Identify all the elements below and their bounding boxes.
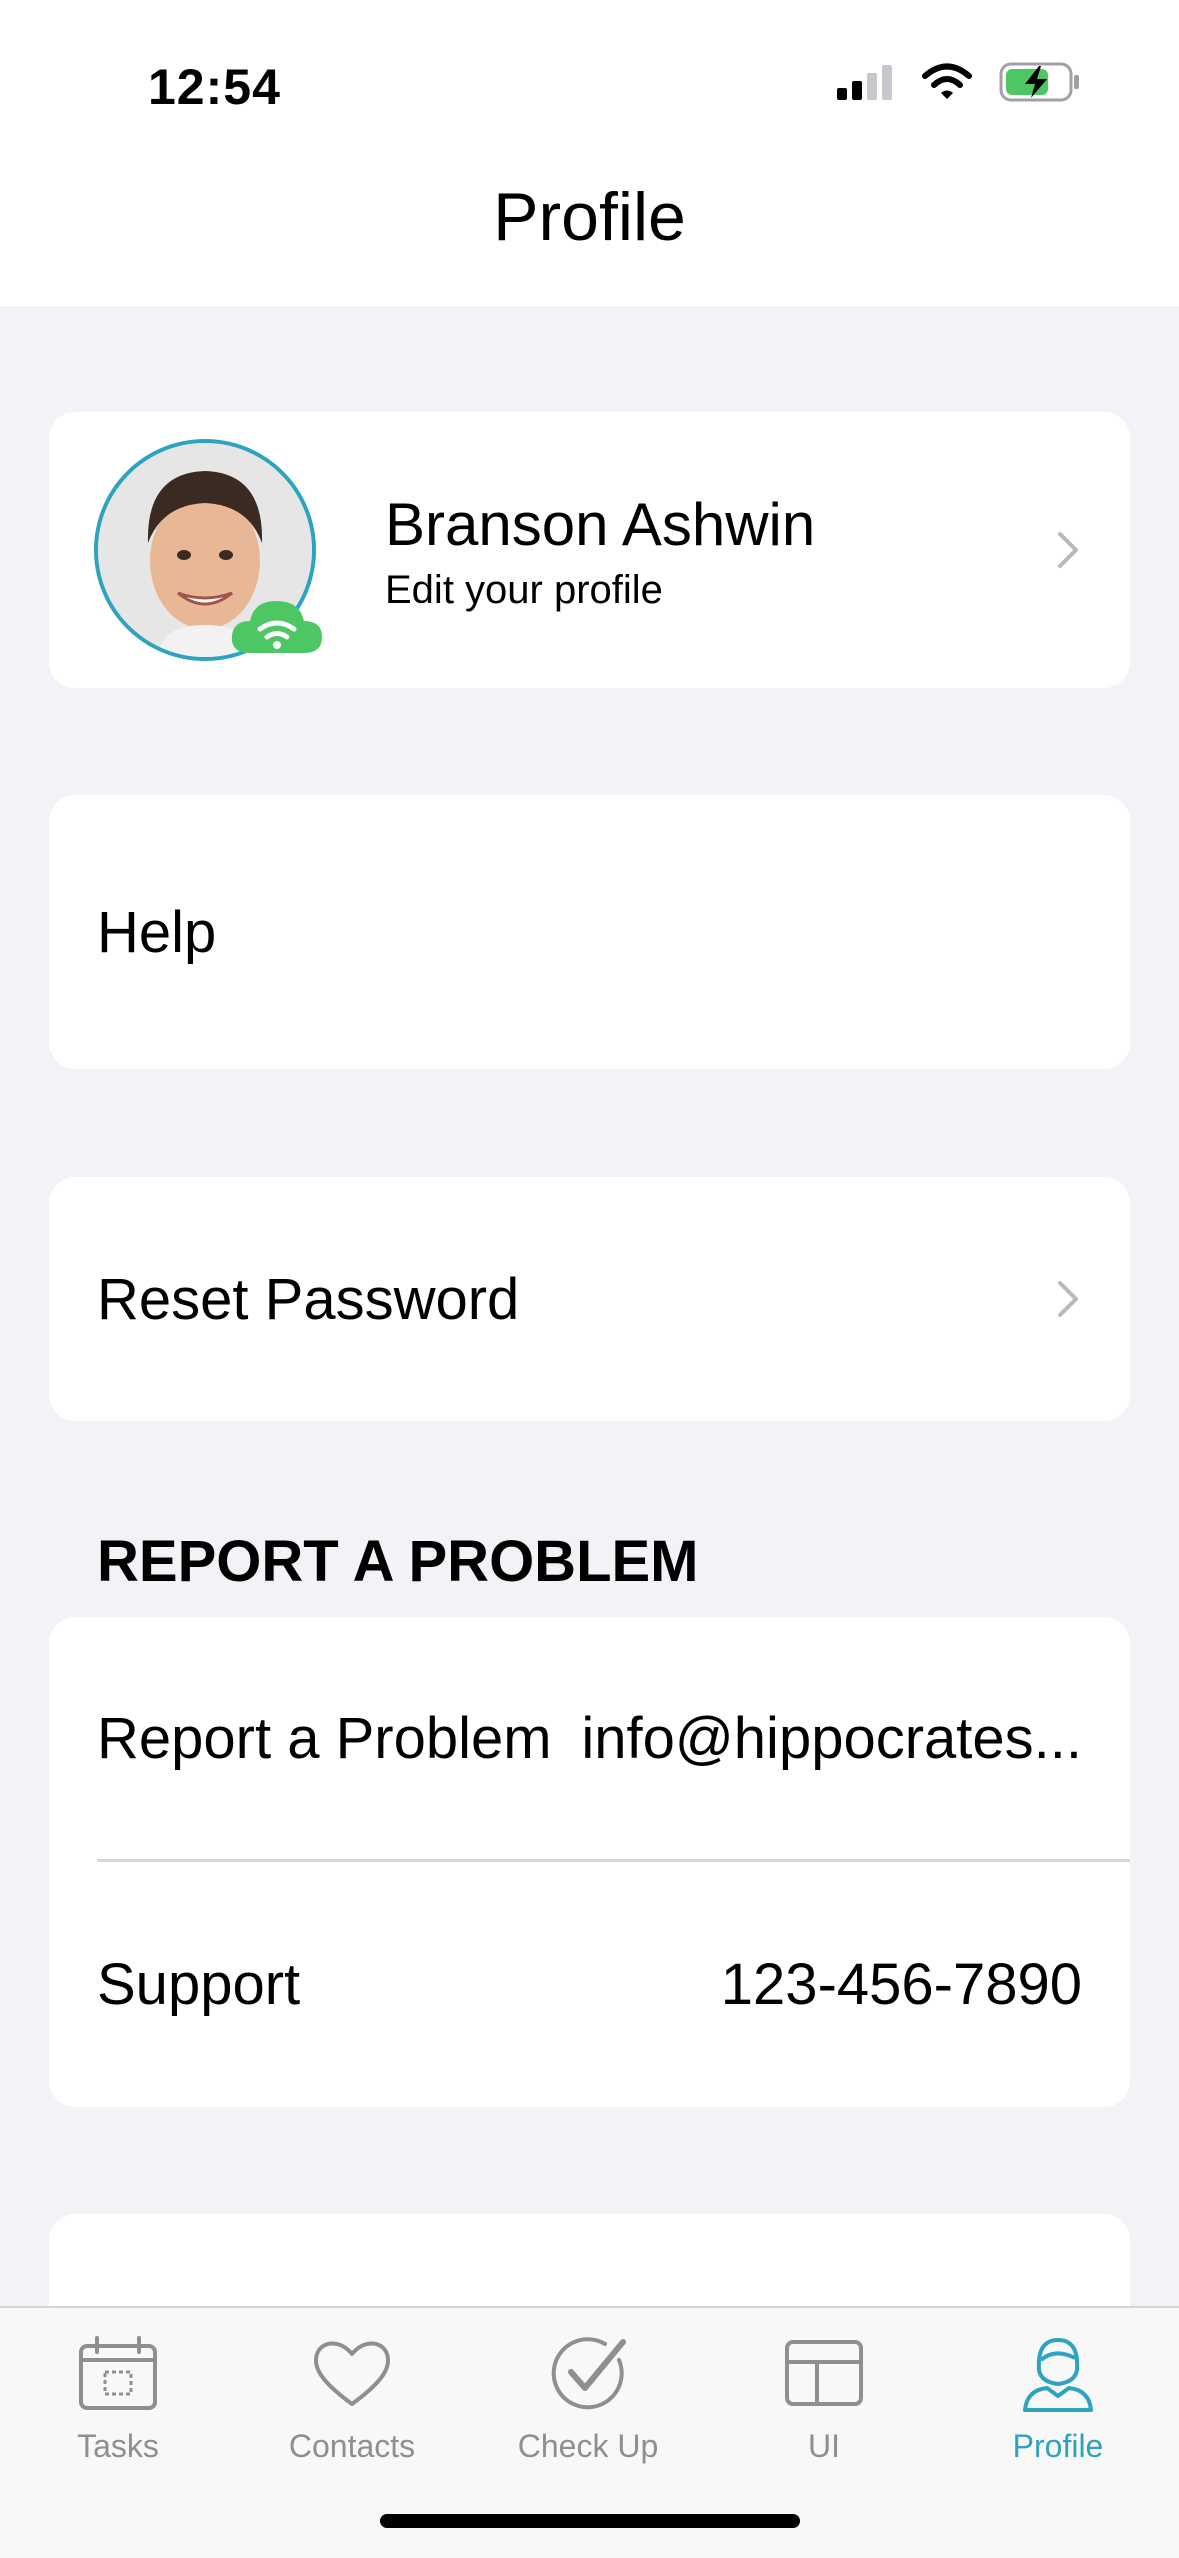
profile-name: Branson Ashwin <box>385 491 816 558</box>
help-card[interactable]: Help <box>49 795 1130 1069</box>
tab-contacts-label: Contacts <box>288 2428 416 2464</box>
top-header: 12:54 Profile <box>0 0 1179 306</box>
page-title: Profile <box>493 179 686 255</box>
reset-password-label: Reset Password <box>97 1266 520 1332</box>
profile-subtitle: Edit your profile <box>385 568 663 612</box>
battery-charging-icon <box>999 62 1079 102</box>
tab-ui-label: UI <box>808 2428 840 2464</box>
person-icon <box>1023 2337 1093 2412</box>
chevron-right-icon <box>1058 532 1078 568</box>
wifi-icon <box>922 63 972 99</box>
tab-tasks-label: Tasks <box>77 2428 159 2464</box>
calendar-icon <box>79 2336 157 2410</box>
profile-card[interactable]: Branson Ashwin Edit your profile <box>49 412 1130 688</box>
tab-tasks[interactable]: Tasks <box>18 2330 218 2465</box>
support-label: Support <box>97 1952 301 2017</box>
section-title-report: REPORT A PROBLEM <box>97 1529 699 1594</box>
tab-profile-label: Profile <box>1012 2428 1104 2464</box>
checkmark-icon <box>551 2337 626 2410</box>
status-time: 12:54 <box>148 59 281 115</box>
heart-icon <box>314 2341 390 2406</box>
tab-profile[interactable]: Profile <box>958 2330 1158 2465</box>
cellular-signal-icon <box>837 65 892 100</box>
tab-contacts[interactable]: Contacts <box>252 2330 452 2465</box>
report-problem-email[interactable]: info@hippocrates... <box>581 1705 1082 1772</box>
help-label: Help <box>97 899 217 965</box>
home-indicator <box>380 2514 800 2528</box>
tab-ui[interactable]: UI <box>724 2330 924 2465</box>
tab-checkup-label: Check Up <box>517 2428 659 2464</box>
report-problem-row[interactable]: Report a Problem info@hippocrates... <box>97 1617 1082 1859</box>
support-phone[interactable]: 123-456-7890 <box>721 1951 1082 2018</box>
help-row[interactable]: Help <box>97 795 1082 1069</box>
report-problem-label: Report a Problem <box>97 1705 552 1771</box>
avatar-wrap <box>94 439 322 661</box>
layout-icon <box>785 2340 863 2406</box>
support-row[interactable]: Support 123-456-7890 <box>97 1862 1082 2107</box>
report-card: Report a Problem info@hippocrates... Sup… <box>49 1617 1130 2107</box>
reset-password-row[interactable]: Reset Password <box>97 1177 1082 1421</box>
status-icons <box>835 62 1081 102</box>
tab-checkup[interactable]: Check Up <box>488 2330 688 2465</box>
reset-password-card[interactable]: Reset Password <box>49 1177 1130 1421</box>
chevron-right-icon <box>1058 1281 1078 1317</box>
online-cloud-icon <box>231 601 322 653</box>
